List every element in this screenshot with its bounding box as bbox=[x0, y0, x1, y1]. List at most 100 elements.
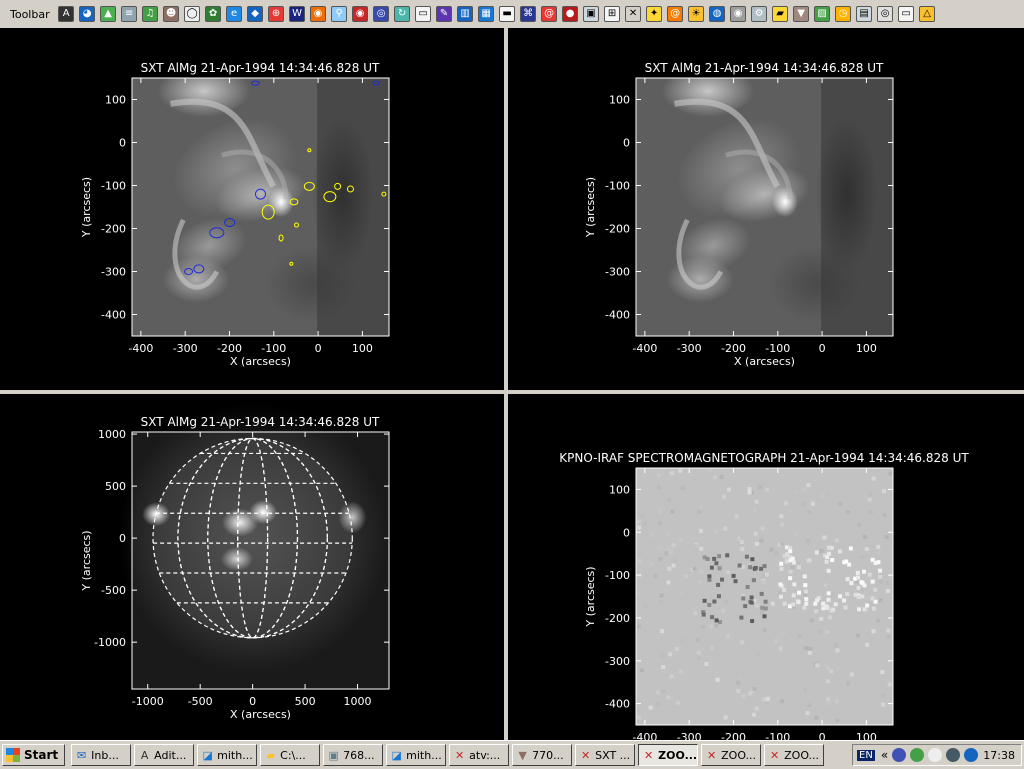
word-icon[interactable]: W bbox=[289, 6, 306, 22]
positive-polarity-pixel bbox=[802, 605, 807, 610]
shield-tray-icon[interactable] bbox=[964, 748, 979, 762]
taskbar-button[interactable]: ◪ mith... bbox=[197, 744, 258, 766]
network-neighborhood-icon[interactable]: ⊞ bbox=[604, 6, 621, 22]
window-icon[interactable]: ▬ bbox=[499, 6, 516, 22]
notepad-icon[interactable]: ≡ bbox=[121, 6, 138, 22]
calculator-icon[interactable]: ▤ bbox=[856, 6, 873, 22]
magnetogram-pixel bbox=[636, 525, 641, 530]
taskbar-button[interactable]: ◪ mith... bbox=[386, 744, 447, 766]
cd-icon[interactable]: ◎ bbox=[877, 6, 894, 22]
magnetogram-pixel bbox=[715, 677, 720, 682]
photo-icon[interactable]: ▨ bbox=[814, 6, 831, 22]
outlook-icon[interactable]: ◆ bbox=[247, 6, 264, 22]
magnetogram-pixel bbox=[724, 517, 729, 522]
lifebuoy-icon[interactable]: ⊕ bbox=[268, 6, 285, 22]
music-icon[interactable]: ♫ bbox=[142, 6, 159, 22]
positive-polarity-pixel bbox=[856, 585, 861, 590]
magnetogram-pixel bbox=[648, 705, 653, 710]
sun-icon[interactable]: ☀ bbox=[688, 6, 705, 22]
gimp-icon[interactable]: ☻ bbox=[163, 6, 180, 22]
drink-icon[interactable]: ▼ bbox=[793, 6, 810, 22]
magnetogram-pixel bbox=[678, 537, 683, 542]
disc-icon[interactable]: ◉ bbox=[730, 6, 747, 22]
x-close-icon[interactable]: ✕ bbox=[625, 6, 642, 22]
network-tray-icon[interactable] bbox=[892, 748, 907, 762]
negative-polarity-pixel bbox=[753, 565, 758, 570]
taskbar-button[interactable]: ✕ ZOO... bbox=[764, 744, 825, 766]
magnetogram-pixel bbox=[709, 624, 714, 629]
internet-explorer-icon[interactable]: e bbox=[226, 6, 243, 22]
tray-expand-icon[interactable]: « bbox=[881, 748, 888, 762]
task-label: C:\... bbox=[280, 748, 306, 762]
scanner-icon[interactable]: ▣ bbox=[583, 6, 600, 22]
negative-polarity-pixel bbox=[759, 591, 764, 596]
warning-icon[interactable]: △ bbox=[919, 6, 936, 22]
red-disc-icon[interactable]: ◉ bbox=[352, 6, 369, 22]
intensity-blob bbox=[265, 245, 359, 324]
tools-icon[interactable]: ✦ bbox=[646, 6, 663, 22]
taskbar-button[interactable]: ✕ ZOO... bbox=[638, 744, 699, 766]
taskbar-button[interactable]: A Adit... bbox=[134, 744, 195, 766]
globe-icon[interactable]: ◍ bbox=[709, 6, 726, 22]
chat-tray-icon[interactable] bbox=[928, 748, 943, 762]
refresh-icon[interactable]: ↻ bbox=[394, 6, 411, 22]
magnetogram-pixel bbox=[762, 628, 767, 633]
console-icon[interactable]: ▭ bbox=[415, 6, 432, 22]
taskbar-button[interactable]: ✕ SXT ... bbox=[575, 744, 636, 766]
negative-polarity-pixel bbox=[720, 577, 724, 582]
taskbar-button[interactable]: ▣ 768... bbox=[323, 744, 384, 766]
magnetogram-pixel bbox=[808, 650, 812, 655]
x-tick-label: -200 bbox=[217, 342, 242, 355]
positive-polarity-pixel bbox=[815, 598, 819, 603]
grid-window-icon[interactable]: ▦ bbox=[478, 6, 495, 22]
windows-logo-icon bbox=[6, 748, 20, 762]
spiral-icon[interactable]: @ bbox=[541, 6, 558, 22]
magnetogram-pixel bbox=[876, 618, 881, 623]
monitor-icon[interactable]: ▭ bbox=[898, 6, 915, 22]
magnetogram-pixel bbox=[740, 640, 745, 645]
start-button[interactable]: Start bbox=[2, 744, 66, 766]
positive-polarity-pixel bbox=[804, 601, 809, 606]
magnetogram-pixel bbox=[663, 588, 668, 593]
positive-polarity-pixel bbox=[792, 560, 797, 565]
negative-polarity-pixel bbox=[750, 557, 755, 562]
people-tray-icon[interactable] bbox=[910, 748, 925, 762]
chat-bubble-icon[interactable]: ◯ bbox=[184, 6, 201, 22]
speaker-tray-icon[interactable] bbox=[946, 748, 961, 762]
taskbar-button[interactable]: ✉ Inb... bbox=[71, 744, 132, 766]
magnetogram-pixel bbox=[671, 543, 676, 548]
task-icon: ✕ bbox=[644, 748, 654, 762]
task-label: atv:... bbox=[469, 748, 501, 762]
language-indicator[interactable]: EN bbox=[857, 749, 875, 761]
folder-icon[interactable]: ▰ bbox=[772, 6, 789, 22]
magnetogram-pixel bbox=[826, 701, 831, 706]
magnetogram-pixel bbox=[669, 674, 674, 679]
taskbar-button[interactable]: ✕ ZOO... bbox=[701, 744, 762, 766]
gear-flower-icon[interactable]: ✿ bbox=[205, 6, 222, 22]
magnetogram-pixel bbox=[809, 618, 814, 623]
magnetogram-pixel bbox=[770, 601, 775, 606]
taskbar-button[interactable]: ▰ C:\... bbox=[260, 744, 321, 766]
tool-icon[interactable]: ⚲ bbox=[331, 6, 348, 22]
firefox-icon[interactable]: ◉ bbox=[310, 6, 327, 22]
record-icon[interactable]: ● bbox=[562, 6, 579, 22]
positive-polarity-pixel bbox=[871, 606, 876, 611]
panel-divider-vertical bbox=[504, 28, 508, 740]
paint-icon[interactable]: ✎ bbox=[436, 6, 453, 22]
settings-icon[interactable]: ⚙ bbox=[751, 6, 768, 22]
at-sign-icon[interactable]: @ bbox=[667, 6, 684, 22]
magnetogram-pixel bbox=[754, 499, 759, 504]
landscape-icon[interactable]: ▲ bbox=[100, 6, 117, 22]
split-window-icon[interactable]: ▥ bbox=[457, 6, 474, 22]
taskbar-button[interactable]: ▼ 770... bbox=[512, 744, 573, 766]
magnetogram-pixel bbox=[797, 633, 802, 638]
taskbar-button[interactable]: ✕ atv:... bbox=[449, 744, 510, 766]
sphere-icon[interactable]: ◕ bbox=[79, 6, 96, 22]
network-icon[interactable]: ⌘ bbox=[520, 6, 537, 22]
positive-polarity-pixel bbox=[814, 550, 819, 555]
task-icon: ✕ bbox=[455, 748, 465, 762]
negative-polarity-pixel bbox=[717, 554, 722, 559]
text-a-icon[interactable]: A bbox=[58, 6, 75, 22]
eye-icon[interactable]: ◎ bbox=[373, 6, 390, 22]
clock-icon[interactable]: ◷ bbox=[835, 6, 852, 22]
